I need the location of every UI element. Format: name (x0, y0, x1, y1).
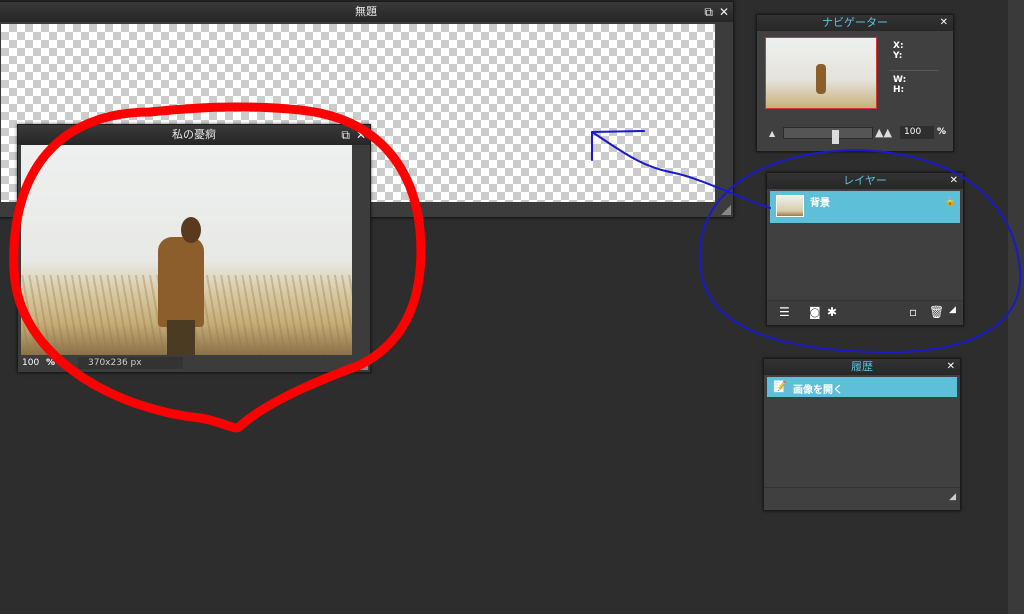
layer-item[interactable]: 背景 🔒 (770, 191, 960, 223)
x-label: X: (893, 41, 904, 51)
zoom-slider-row: ▲ ▲▲ 100 % (757, 123, 953, 144)
open-image-icon: 📝 (773, 380, 787, 393)
restore-icon[interactable]: ⧉ (704, 5, 713, 19)
image-canvas[interactable] (21, 145, 352, 355)
history-footer: ◢ (764, 487, 960, 510)
person-legs (167, 320, 195, 355)
restore-icon[interactable]: ⧉ (341, 128, 350, 142)
history-item[interactable]: 📝 画像を開く (767, 377, 957, 397)
divider (889, 70, 939, 71)
workspace-edge (1008, 0, 1024, 614)
navigator-coords: X: Y: W: H: (893, 41, 906, 95)
close-icon[interactable]: ✕ (940, 15, 948, 31)
layers-title: レイヤー (843, 174, 887, 187)
zoom-input[interactable]: 100 (900, 126, 934, 139)
new-layer-icon[interactable]: ▫ (909, 305, 917, 319)
zoom-value[interactable]: 100 (22, 358, 39, 368)
close-icon[interactable]: ✕ (947, 359, 955, 375)
zoom-unit: % (46, 358, 56, 368)
preview-figure (816, 64, 826, 94)
close-icon[interactable]: ✕ (950, 173, 958, 189)
resize-grip[interactable] (358, 360, 368, 370)
y-label: Y: (893, 51, 903, 61)
resize-grip[interactable]: ◢ (949, 305, 956, 315)
resize-grip[interactable]: ◢ (949, 492, 956, 502)
untitled-window-titlebar[interactable]: 無題 ⧉ ✕ (0, 2, 733, 22)
layers-panel: レイヤー ✕ 背景 🔒 ☰ ◙ ✱ ▫ 🗑 ◢ (766, 172, 964, 326)
history-title: 履歴 (851, 360, 873, 373)
layer-thumbnail (776, 195, 804, 217)
person-figure (158, 237, 204, 327)
navigator-preview[interactable] (765, 37, 877, 109)
image-window[interactable]: 私の憂痾 ⧉ ✕ 100 % 370x236 px (17, 124, 371, 373)
image-window-titlebar[interactable]: 私の憂痾 ⧉ ✕ (18, 125, 370, 145)
history-item-label: 画像を開く (793, 385, 843, 396)
zoom-unit: % (937, 127, 947, 137)
history-title-bar[interactable]: 履歴 ✕ (764, 359, 960, 375)
resize-grip[interactable] (721, 205, 731, 215)
zoom-in-icon[interactable]: ▲▲ (875, 126, 892, 139)
h-label: H: (893, 85, 905, 95)
history-panel: 履歴 ✕ 📝 画像を開く ◢ (763, 358, 961, 511)
navigator-title: ナビゲーター (822, 16, 888, 29)
layer-mask-icon[interactable]: ◙ (809, 305, 821, 319)
close-icon[interactable]: ✕ (719, 5, 729, 19)
person-head (181, 217, 201, 243)
lock-icon[interactable]: 🔒 (945, 197, 956, 207)
layer-effects-icon[interactable]: ✱ (827, 305, 837, 319)
zoom-out-icon[interactable]: ▲ (769, 129, 775, 138)
zoom-slider[interactable] (783, 127, 873, 144)
layer-settings-icon[interactable]: ☰ (779, 305, 790, 319)
navigator-panel: ナビゲーター ✕ X: Y: W: H: ▲ ▲▲ 100 % (756, 14, 954, 152)
zoom-slider-handle[interactable] (832, 130, 839, 144)
close-icon[interactable]: ✕ (356, 128, 366, 142)
untitled-window-title: 無題 (355, 5, 377, 18)
layers-title-bar[interactable]: レイヤー ✕ (767, 173, 963, 189)
trash-icon[interactable]: 🗑 (929, 305, 944, 319)
image-statusbar: 100 % 370x236 px (18, 356, 370, 372)
navigator-title-bar[interactable]: ナビゲーター ✕ (757, 15, 953, 31)
image-window-title: 私の憂痾 (172, 128, 216, 141)
layer-toolbar: ☰ ◙ ✱ ▫ 🗑 ◢ (767, 300, 963, 325)
layer-name: 背景 (810, 198, 830, 209)
w-label: W: (893, 75, 907, 85)
image-size: 370x236 px (78, 357, 183, 369)
